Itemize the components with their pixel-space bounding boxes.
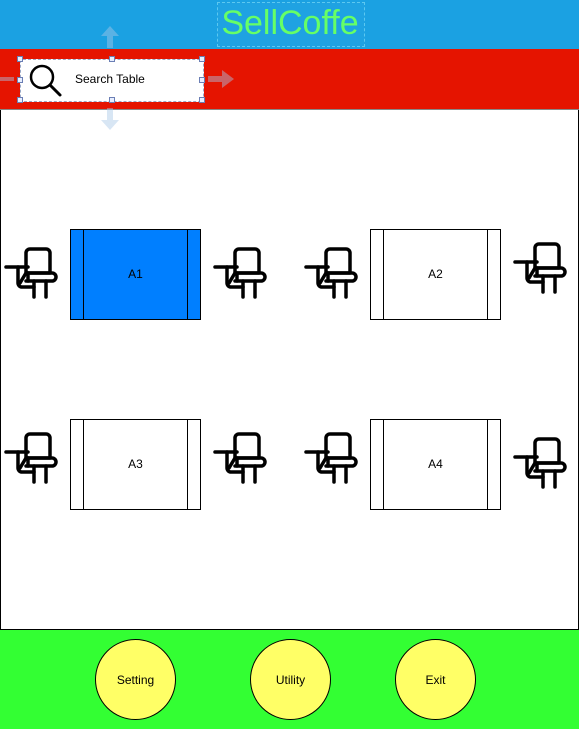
chair-icon [513,240,567,296]
chair-icon [4,430,58,486]
move-up-arrow-icon [101,26,119,48]
move-left-arrow-icon [0,77,14,81]
resize-handle[interactable] [199,77,205,83]
resize-handle[interactable] [199,56,205,62]
setting-button[interactable]: Setting [95,639,176,720]
chair-icon [304,245,358,301]
chair-icon [513,435,567,491]
utility-button[interactable]: Utility [250,639,331,720]
move-down-arrow-icon [101,108,119,130]
chair-icon [304,430,358,486]
resize-handle[interactable] [17,56,23,62]
table-label: A3 [128,457,143,471]
table-label: A4 [428,457,443,471]
table-a1[interactable]: A1 [70,229,201,320]
exit-button[interactable]: Exit [395,639,476,720]
resize-handle[interactable] [109,97,115,103]
chair-icon [213,245,267,301]
chair-icon [4,245,58,301]
app-title: SellCoffe [221,4,359,42]
table-a4[interactable]: A4 [370,419,501,510]
search-icon[interactable] [27,62,63,98]
search-placeholder: Search Table [75,72,145,86]
move-right-arrow-icon [208,70,234,88]
resize-handle[interactable] [199,97,205,103]
table-label: A1 [128,267,143,281]
resize-handle[interactable] [109,56,115,62]
table-label: A2 [428,267,443,281]
chair-icon [213,430,267,486]
resize-handle[interactable] [17,77,23,83]
resize-handle[interactable] [17,97,23,103]
table-a3[interactable]: A3 [70,419,201,510]
table-a2[interactable]: A2 [370,229,501,320]
